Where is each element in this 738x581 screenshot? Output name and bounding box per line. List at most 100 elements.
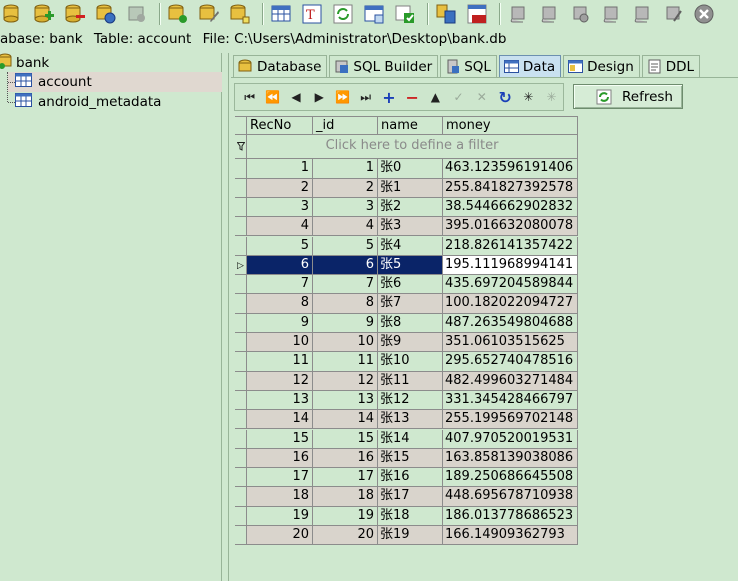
cell-id[interactable]: 4 bbox=[313, 217, 378, 237]
cell-name[interactable]: 张19 bbox=[378, 526, 443, 546]
cell-name[interactable]: 张14 bbox=[378, 429, 443, 449]
cell-recno[interactable]: 17 bbox=[247, 468, 313, 488]
cell-name[interactable]: 张10 bbox=[378, 352, 443, 372]
edit-record-button[interactable]: ▲ bbox=[424, 86, 447, 108]
cell-name[interactable]: 张9 bbox=[378, 333, 443, 353]
cell-name[interactable]: 张16 bbox=[378, 468, 443, 488]
cell-id[interactable]: 12 bbox=[313, 371, 378, 391]
cell-recno[interactable]: 10 bbox=[247, 333, 313, 353]
scroll-icon[interactable] bbox=[598, 1, 624, 27]
delete-record-button[interactable]: − bbox=[401, 86, 424, 108]
first-record-button[interactable]: ⏮ bbox=[238, 86, 261, 108]
refresh-icon[interactable] bbox=[330, 1, 356, 27]
table-row[interactable]: 19 19 张18 186.013778686523 bbox=[235, 506, 578, 526]
cell-name[interactable]: 张18 bbox=[378, 506, 443, 526]
cell-id[interactable]: 2 bbox=[313, 178, 378, 198]
cell-money[interactable]: 255.199569702148 bbox=[443, 410, 578, 430]
cell-id[interactable]: 14 bbox=[313, 410, 378, 430]
cell-name[interactable]: 张2 bbox=[378, 197, 443, 218]
scroll-edit-icon[interactable] bbox=[660, 1, 686, 27]
table-row[interactable]: 11 11 张10 295.652740478516 bbox=[235, 352, 578, 372]
apply-updates-button[interactable]: ✳ bbox=[517, 86, 540, 108]
cell-money[interactable]: 186.013778686523 bbox=[443, 506, 578, 526]
cell-money[interactable]: 487.263549804688 bbox=[443, 313, 578, 333]
table-row[interactable]: ▷ 6 6 张5 195.111968994141 bbox=[235, 255, 578, 276]
edit-database-icon[interactable] bbox=[196, 1, 222, 27]
cell-money[interactable]: 448.695678710938 bbox=[443, 487, 578, 507]
cell-name[interactable]: 张5 bbox=[378, 255, 443, 276]
cell-name[interactable]: 张12 bbox=[378, 390, 443, 411]
cell-name[interactable]: 张6 bbox=[378, 275, 443, 295]
scroll-icon[interactable] bbox=[629, 1, 655, 27]
tree-root-bank[interactable]: bank bbox=[0, 53, 49, 72]
column-header-money[interactable]: money bbox=[443, 116, 578, 136]
cell-id[interactable]: 1 bbox=[313, 159, 378, 179]
table-row[interactable]: 15 15 张14 407.970520019531 bbox=[235, 429, 578, 449]
export-csv-icon[interactable] bbox=[464, 1, 490, 27]
column-header-id[interactable]: _id bbox=[313, 116, 378, 136]
cell-money[interactable]: 218.826141357422 bbox=[443, 236, 578, 256]
cell-money[interactable]: 255.841827392578 bbox=[443, 178, 578, 198]
scroll-icon[interactable] bbox=[536, 1, 562, 27]
cell-name[interactable]: 张1 bbox=[378, 178, 443, 198]
table-row[interactable]: 12 12 张11 482.499603271484 bbox=[235, 371, 578, 391]
unregister-database-icon[interactable] bbox=[227, 1, 253, 27]
cell-money[interactable]: 189.250686645508 bbox=[443, 468, 578, 488]
next-record-button[interactable]: ▶ bbox=[308, 86, 331, 108]
cancel-edit-button[interactable]: ✕ bbox=[470, 86, 493, 108]
database-properties-icon[interactable] bbox=[93, 1, 119, 27]
add-database-icon[interactable] bbox=[31, 1, 57, 27]
table-row[interactable]: 10 10 张9 351.06103515625 bbox=[235, 333, 578, 353]
refresh-button[interactable]: Refresh bbox=[573, 84, 683, 109]
cell-money[interactable]: 38.5446662902832 bbox=[443, 197, 578, 218]
cell-recno[interactable]: 20 bbox=[247, 526, 313, 546]
cell-recno[interactable]: 8 bbox=[247, 294, 313, 314]
database-copy-icon[interactable] bbox=[433, 1, 459, 27]
cell-money[interactable]: 482.499603271484 bbox=[443, 371, 578, 391]
column-header-name[interactable]: name bbox=[378, 116, 443, 136]
cell-id[interactable]: 8 bbox=[313, 294, 378, 314]
prior-record-button[interactable]: ◀ bbox=[284, 86, 307, 108]
cell-recno[interactable]: 14 bbox=[247, 410, 313, 430]
cell-recno[interactable]: 16 bbox=[247, 448, 313, 469]
cell-recno[interactable]: 5 bbox=[247, 236, 313, 256]
next-page-button[interactable]: ⏩ bbox=[331, 86, 354, 108]
table-row[interactable]: 4 4 张3 395.016632080078 bbox=[235, 217, 578, 237]
filter-placeholder[interactable]: Click here to define a filter bbox=[247, 135, 578, 160]
tab-database[interactable]: Database bbox=[233, 55, 328, 77]
table-row[interactable]: 9 9 张8 487.263549804688 bbox=[235, 313, 578, 333]
tab-data[interactable]: Data bbox=[498, 55, 562, 77]
table-row[interactable]: 14 14 张13 255.199569702148 bbox=[235, 410, 578, 430]
table-row[interactable]: 17 17 张16 189.250686645508 bbox=[235, 468, 578, 488]
cell-id[interactable]: 17 bbox=[313, 468, 378, 488]
tab-sql[interactable]: SQL bbox=[440, 55, 497, 77]
cell-money[interactable]: 100.182022094727 bbox=[443, 294, 578, 314]
table-row[interactable]: 20 20 张19 166.14909362793 bbox=[235, 526, 578, 546]
insert-record-button[interactable]: + bbox=[377, 86, 400, 108]
scroll-gear-icon[interactable] bbox=[567, 1, 593, 27]
remove-database-icon[interactable] bbox=[62, 1, 88, 27]
cell-name[interactable]: 张11 bbox=[378, 371, 443, 391]
scroll-icon[interactable] bbox=[505, 1, 531, 27]
cell-id[interactable]: 11 bbox=[313, 352, 378, 372]
table-row[interactable]: 18 18 张17 448.695678710938 bbox=[235, 487, 578, 507]
prior-page-button[interactable]: ⏪ bbox=[261, 86, 284, 108]
import-icon[interactable] bbox=[392, 1, 418, 27]
cell-recno[interactable]: 18 bbox=[247, 487, 313, 507]
cell-id[interactable]: 20 bbox=[313, 526, 378, 546]
cell-recno[interactable]: 11 bbox=[247, 352, 313, 372]
cell-money[interactable]: 395.016632080078 bbox=[443, 217, 578, 237]
cell-money[interactable]: 195.111968994141 bbox=[443, 255, 578, 276]
cell-recno[interactable]: 6 bbox=[247, 255, 313, 276]
cell-name[interactable]: 张0 bbox=[378, 159, 443, 179]
column-header-recno[interactable]: RecNo bbox=[247, 116, 313, 136]
post-edit-button[interactable]: ✓ bbox=[447, 86, 470, 108]
cell-id[interactable]: 3 bbox=[313, 197, 378, 218]
table-row[interactable]: 1 1 张0 463.123596191406 bbox=[235, 159, 578, 179]
cell-id[interactable]: 9 bbox=[313, 313, 378, 333]
cell-money[interactable]: 163.858139038086 bbox=[443, 448, 578, 469]
table-row[interactable]: 16 16 张15 163.858139038086 bbox=[235, 448, 578, 469]
last-record-button[interactable]: ⏭ bbox=[354, 86, 377, 108]
cell-recno[interactable]: 1 bbox=[247, 159, 313, 179]
export-icon[interactable] bbox=[361, 1, 387, 27]
